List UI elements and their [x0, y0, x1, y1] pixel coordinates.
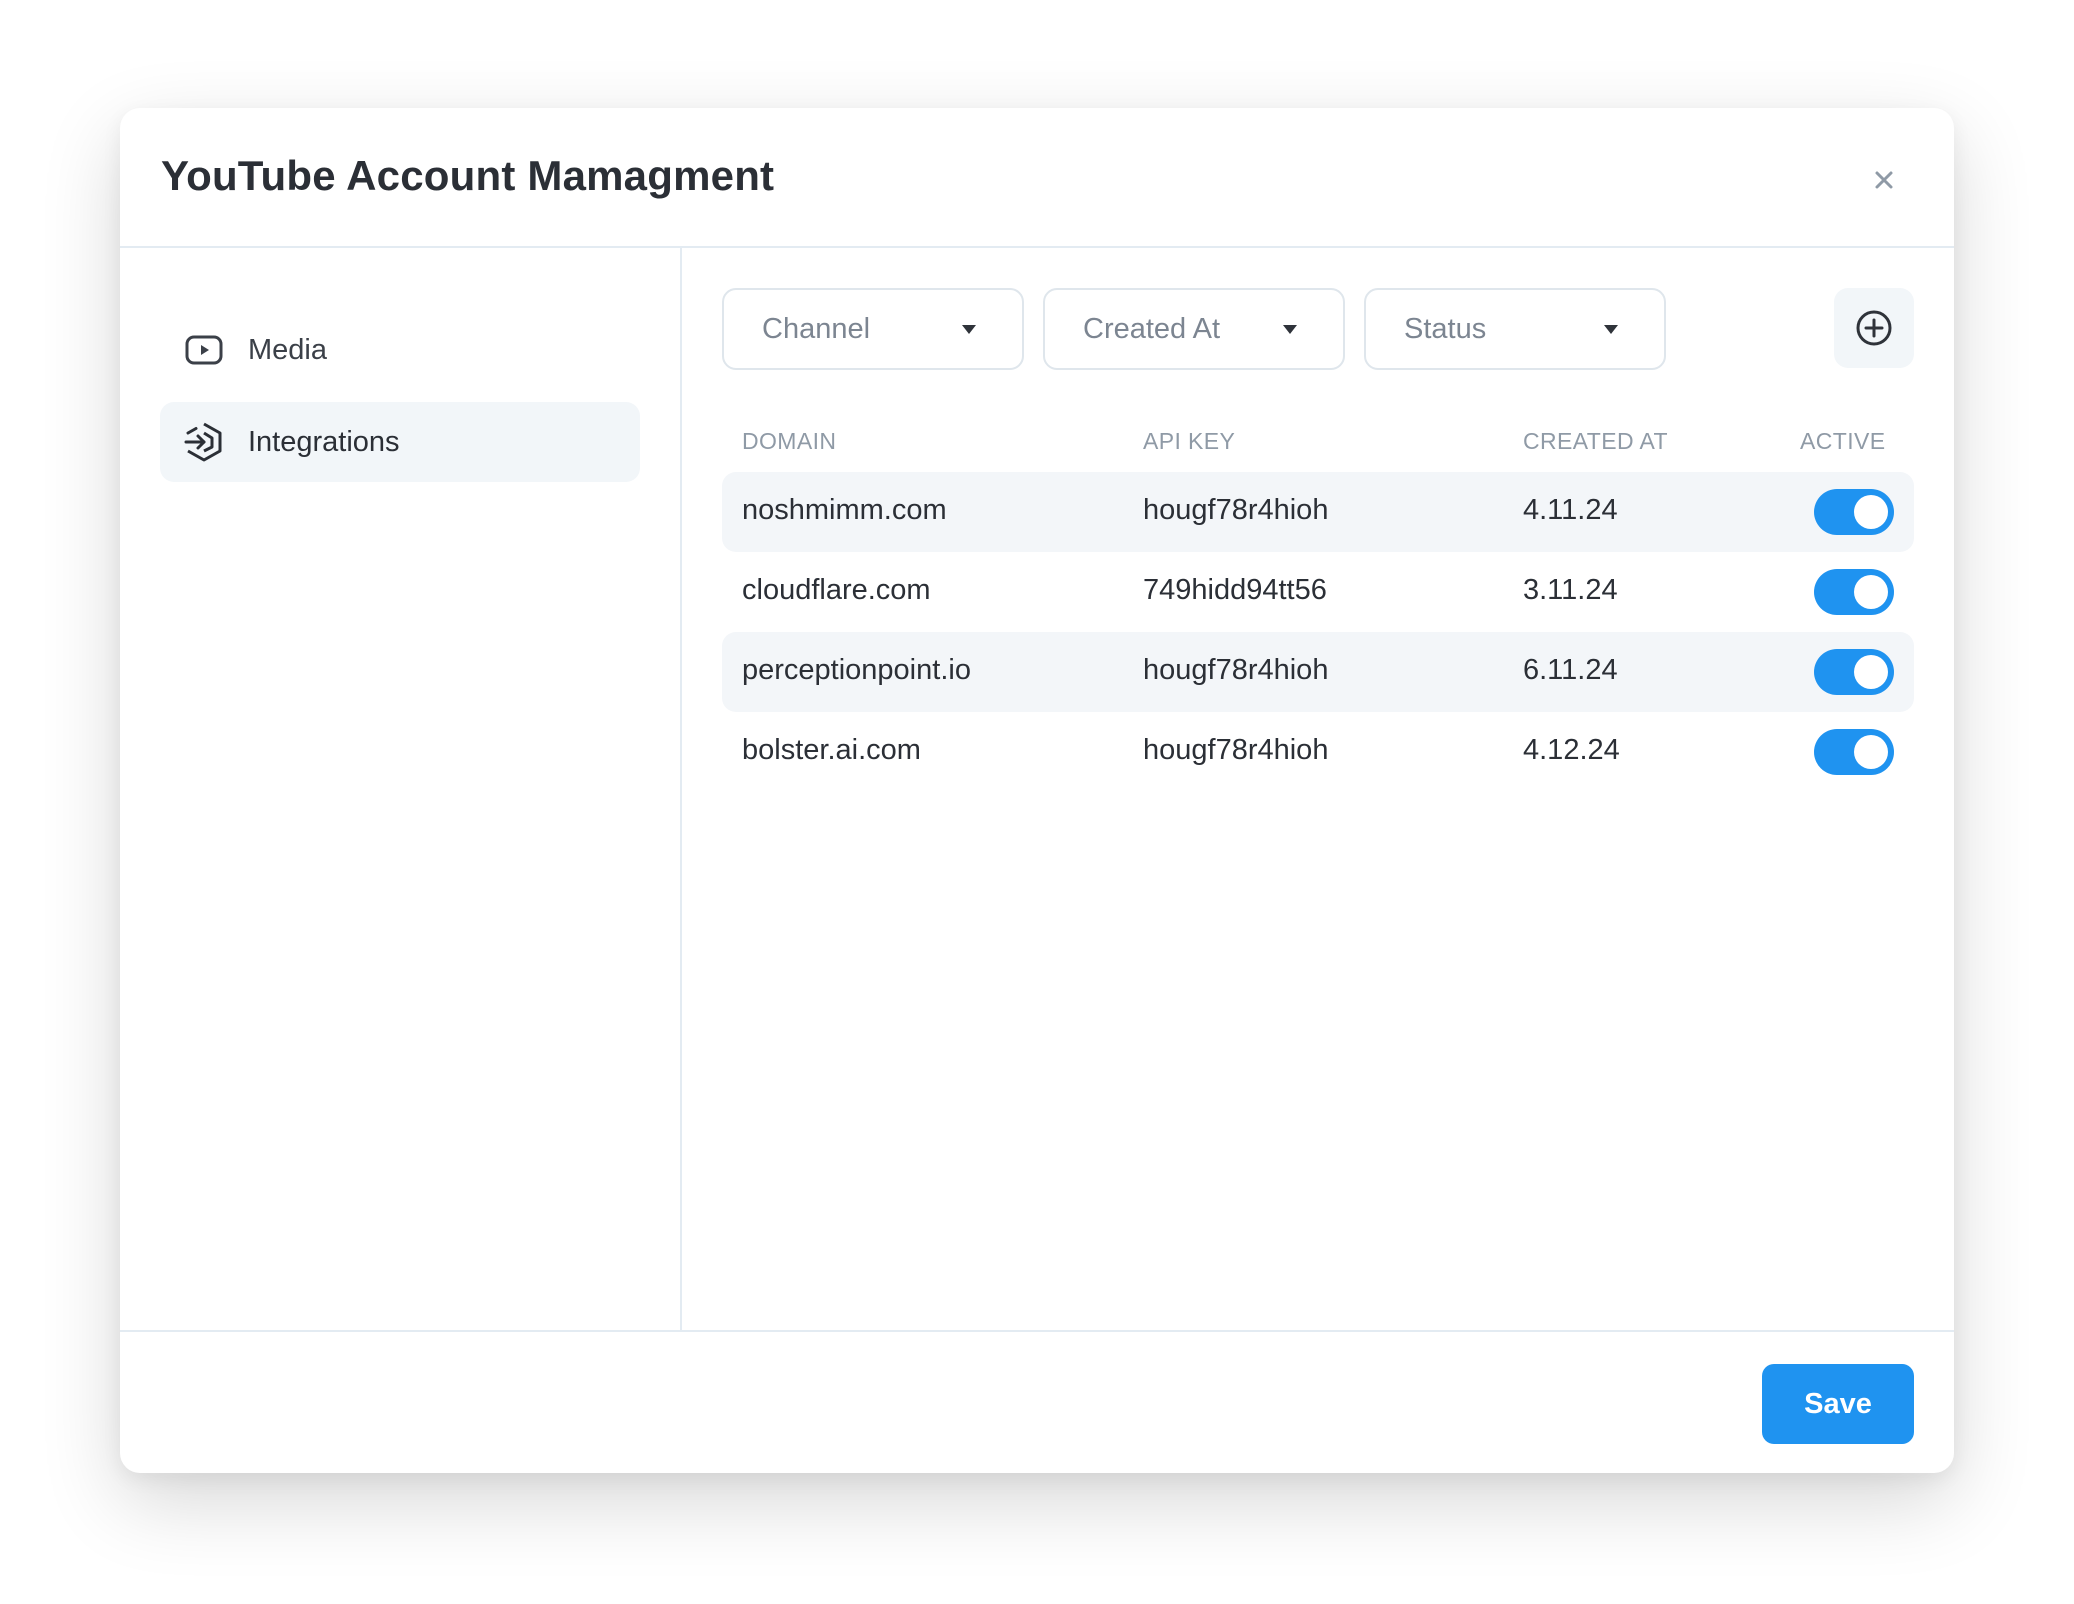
api-key-cell: 749hidd94tt56 — [1143, 574, 1327, 606]
table-row: perceptionpoint.io hougf78r4hioh 6.11.24 — [722, 632, 1914, 712]
modal-header: YouTube Account Mamagment — [120, 108, 1954, 248]
caret-down-icon — [1283, 324, 1297, 334]
integrations-icon — [182, 420, 226, 464]
close-icon — [1875, 171, 1893, 189]
status-filter-dropdown[interactable]: Status — [1364, 288, 1666, 370]
created-at-cell: 4.12.24 — [1523, 734, 1620, 766]
active-toggle[interactable] — [1814, 489, 1894, 535]
modal-footer: Save — [120, 1330, 1954, 1473]
table-row: cloudflare.com 749hidd94tt56 3.11.24 — [722, 552, 1914, 632]
add-integration-button[interactable] — [1834, 288, 1914, 368]
integrations-table: DOMAIN API KEY CREATED AT ACTIVE noshmim… — [722, 410, 1914, 792]
created-at-cell: 3.11.24 — [1523, 574, 1618, 606]
api-key-cell: hougf78r4hioh — [1143, 734, 1329, 766]
sidebar-item-label: Media — [248, 333, 327, 366]
caret-down-icon — [1604, 324, 1618, 334]
toggle-knob — [1854, 495, 1888, 529]
api-key-cell: hougf78r4hioh — [1143, 494, 1329, 526]
sidebar-item-integrations[interactable]: Integrations — [160, 402, 640, 482]
domain-cell: cloudflare.com — [742, 574, 931, 606]
active-toggle[interactable] — [1814, 729, 1894, 775]
table-row: noshmimm.com hougf78r4hioh 4.11.24 — [722, 472, 1914, 552]
domain-cell: perceptionpoint.io — [742, 654, 971, 686]
table-row: bolster.ai.com hougf78r4hioh 4.12.24 — [722, 712, 1914, 792]
domain-cell: noshmimm.com — [742, 494, 947, 526]
toggle-knob — [1854, 735, 1888, 769]
close-button[interactable] — [1866, 162, 1902, 198]
created-at-filter-dropdown[interactable]: Created At — [1043, 288, 1345, 370]
sidebar-item-label: Integrations — [248, 425, 400, 458]
channel-filter-dropdown[interactable]: Channel — [722, 288, 1024, 370]
created-at-cell: 4.11.24 — [1523, 494, 1618, 526]
sidebar: Media Integrations — [120, 248, 682, 1330]
column-header-created-at[interactable]: CREATED AT — [1523, 428, 1668, 455]
modal-title: YouTube Account Mamagment — [161, 152, 775, 199]
column-header-api-key[interactable]: API KEY — [1143, 428, 1235, 455]
domain-cell: bolster.ai.com — [742, 734, 921, 766]
active-toggle[interactable] — [1814, 649, 1894, 695]
api-key-cell: hougf78r4hioh — [1143, 654, 1329, 686]
column-header-domain[interactable]: DOMAIN — [742, 428, 836, 455]
status-filter-label: Status — [1404, 312, 1487, 345]
plus-circle-icon — [1856, 310, 1892, 346]
account-management-modal: YouTube Account Mamagment Media Integrat… — [120, 108, 1954, 1473]
main-content: Channel Created At Status DOMAIN API KEY… — [682, 248, 1954, 1330]
created-at-filter-label: Created At — [1083, 312, 1221, 345]
column-header-active[interactable]: ACTIVE — [1800, 428, 1885, 455]
youtube-play-icon — [182, 328, 226, 372]
caret-down-icon — [962, 324, 976, 334]
sidebar-item-media[interactable]: Media — [160, 310, 640, 390]
toggle-knob — [1854, 575, 1888, 609]
save-button[interactable]: Save — [1762, 1364, 1914, 1444]
table-header: DOMAIN API KEY CREATED AT ACTIVE — [722, 410, 1914, 472]
toggle-knob — [1854, 655, 1888, 689]
active-toggle[interactable] — [1814, 569, 1894, 615]
channel-filter-label: Channel — [762, 312, 871, 345]
created-at-cell: 6.11.24 — [1523, 654, 1618, 686]
